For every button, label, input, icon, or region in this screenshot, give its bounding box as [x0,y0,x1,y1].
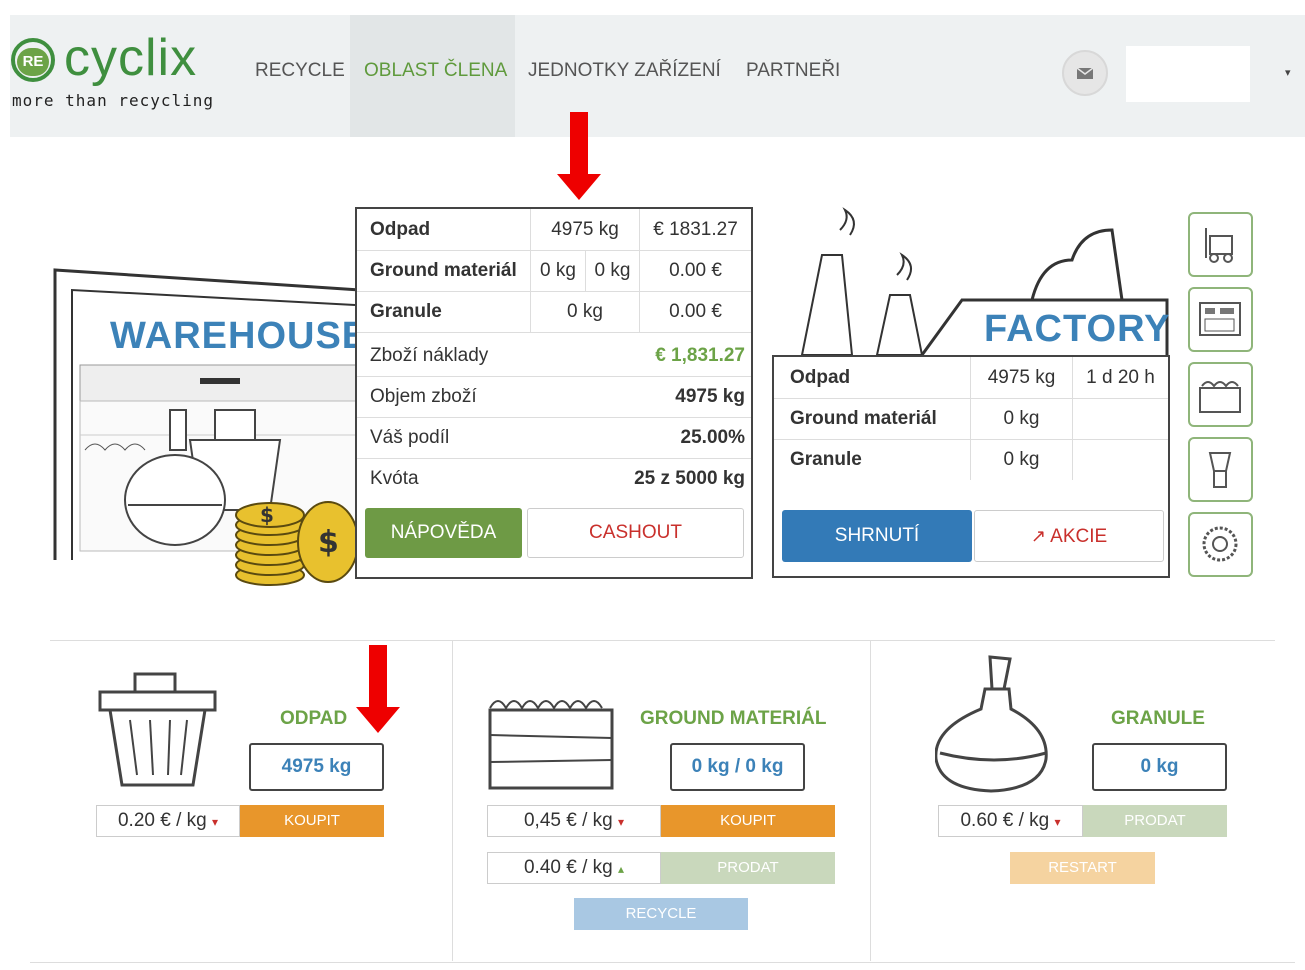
menu-member-area[interactable]: OBLAST ČLENA [364,60,507,82]
chart-line-icon: ↗ [1030,526,1046,546]
summary-volume: Objem zboží 4975 kg [357,376,751,418]
granule-price-select[interactable]: 0.60 € / kg ▾ [938,805,1083,837]
row-label: Granule [790,449,862,470]
granule-value: 0 kg [1092,743,1227,791]
factory-row-ground: Ground materiál 0 kg [774,398,1168,440]
restart-button[interactable]: RESTART [1010,852,1155,884]
ground-sell-price-select[interactable]: 0.40 € / kg ▴ [487,852,661,884]
summary-value: 25 z 5000 kg [634,468,745,489]
row-time [1072,398,1168,439]
annotation-arrow-top [557,112,601,200]
odpad-buy-button[interactable]: KOUPIT [240,805,384,837]
crate-icon [488,700,614,790]
granule-sack-icon [935,655,1048,793]
user-menu-box[interactable] [1126,46,1250,102]
summary-label: Váš podíl [370,427,450,448]
factory-label: FACTORY [984,308,1171,350]
price-down-arrow-icon: ▾ [211,815,219,829]
ground-sell-button[interactable]: PRODAT [661,852,835,884]
menu-recycle[interactable]: RECYCLE [255,60,345,82]
menu-equipment-units[interactable]: JEDNOTKY ZAŘÍZENÍ [528,60,721,82]
coins-icon: $ $ [235,501,359,586]
section-divider-bottom [30,962,1295,963]
logo-badge: RE [17,48,49,76]
summary-share: Váš podíl 25.00% [357,417,751,459]
recycle-button[interactable]: RECYCLE [574,898,748,930]
ground-value: 0 kg / 0 kg [670,743,805,791]
row-qty: 4975 kg [970,357,1072,398]
container-icon[interactable] [1188,362,1253,427]
section-divider-top [50,640,1275,641]
user-menu-caret[interactable]: ▾ [1285,66,1291,79]
row-qty: 4975 kg [530,209,639,250]
gear-machine-icon[interactable] [1188,512,1253,577]
price-down-arrow-icon: ▾ [1054,815,1061,829]
help-button[interactable]: NÁPOVĚDA [365,508,522,558]
actions-button-label: AKCIE [1050,526,1108,547]
price-up-arrow-icon: ▴ [617,862,625,876]
control-panel-icon[interactable] [1188,287,1253,352]
summary-label: Objem zboží [370,386,477,407]
annotation-arrow-bottom [356,645,400,733]
summary-value: € 1,831.27 [655,345,745,366]
summary-value: 4975 kg [675,386,745,407]
granule-sell-button[interactable]: PRODAT [1083,805,1227,837]
granule-title: GRANULE [1111,708,1205,729]
row-label: Granule [370,301,442,322]
row-label: Odpad [790,367,851,388]
trash-bin-icon [98,672,217,787]
warehouse-row-granule: Granule 0 kg 0.00 € [357,291,751,333]
row-qty: 0 kg [970,439,1072,480]
odpad-price-select[interactable]: 0.20 € / kg ▾ [96,805,240,837]
factory-row-odpad: Odpad 4975 kg 1 d 20 h [774,357,1168,399]
summary-costs: Zboží náklady € 1,831.27 [357,335,751,377]
warehouse-panel: Odpad 4975 kg € 1831.27 Ground materiál … [355,207,753,579]
svg-text:$: $ [318,525,339,560]
column-divider-2 [870,641,871,961]
row-qty-a: 0 kg [530,250,585,291]
ground-buy-button[interactable]: KOUPIT [661,805,835,837]
svg-text:$: $ [260,503,274,527]
grinder-icon[interactable] [1188,437,1253,502]
envelope-icon [1076,67,1094,79]
warehouse-label: WAREHOUSE [110,315,369,357]
row-price: € 1831.27 [639,209,751,250]
row-label: Ground materiál [790,408,937,429]
forklift-icon[interactable] [1188,212,1253,277]
warehouse-row-ground: Ground materiál 0 kg 0 kg 0.00 € [357,250,751,292]
price-text: 0.20 € / kg [117,810,207,831]
row-qty: 0 kg [970,398,1072,439]
summary-button[interactable]: SHRNUTÍ [782,510,972,562]
odpad-title: ODPAD [280,708,348,729]
ground-buy-price-select[interactable]: 0,45 € / kg ▾ [487,805,661,837]
row-price: 0.00 € [639,291,751,332]
row-qty: 0 kg [530,291,639,332]
logo-wordmark[interactable]: cyclix [64,30,197,86]
price-text: 0.40 € / kg [523,857,613,878]
column-divider-1 [452,641,453,961]
factory-panel: Odpad 4975 kg 1 d 20 h Ground materiál 0… [772,355,1170,578]
row-label: Odpad [370,219,431,240]
mail-button[interactable] [1062,50,1108,96]
row-label: Ground materiál [370,260,517,281]
price-text: 0.60 € / kg [960,810,1050,831]
warehouse-row-odpad: Odpad 4975 kg € 1831.27 [357,209,751,251]
summary-quota: Kvóta 25 z 5000 kg [357,458,751,499]
summary-value: 25.00% [680,427,745,448]
row-price: 0.00 € [639,250,751,291]
price-text: 0,45 € / kg [523,810,613,831]
cashout-button[interactable]: CASHOUT [527,508,744,558]
row-time [1072,439,1168,480]
row-qty-b: 0 kg [585,250,639,291]
odpad-value: 4975 kg [249,743,384,791]
row-time: 1 d 20 h [1072,357,1168,398]
summary-label: Kvóta [370,468,419,489]
factory-row-granule: Granule 0 kg [774,439,1168,480]
logo-tagline: more than recycling [12,91,215,110]
menu-partners[interactable]: PARTNEŘI [746,60,840,82]
ground-title: GROUND MATERIÁL [640,708,827,729]
price-down-arrow-icon: ▾ [617,815,625,829]
actions-button[interactable]: ↗ AKCIE [974,510,1164,562]
summary-label: Zboží náklady [370,345,489,366]
